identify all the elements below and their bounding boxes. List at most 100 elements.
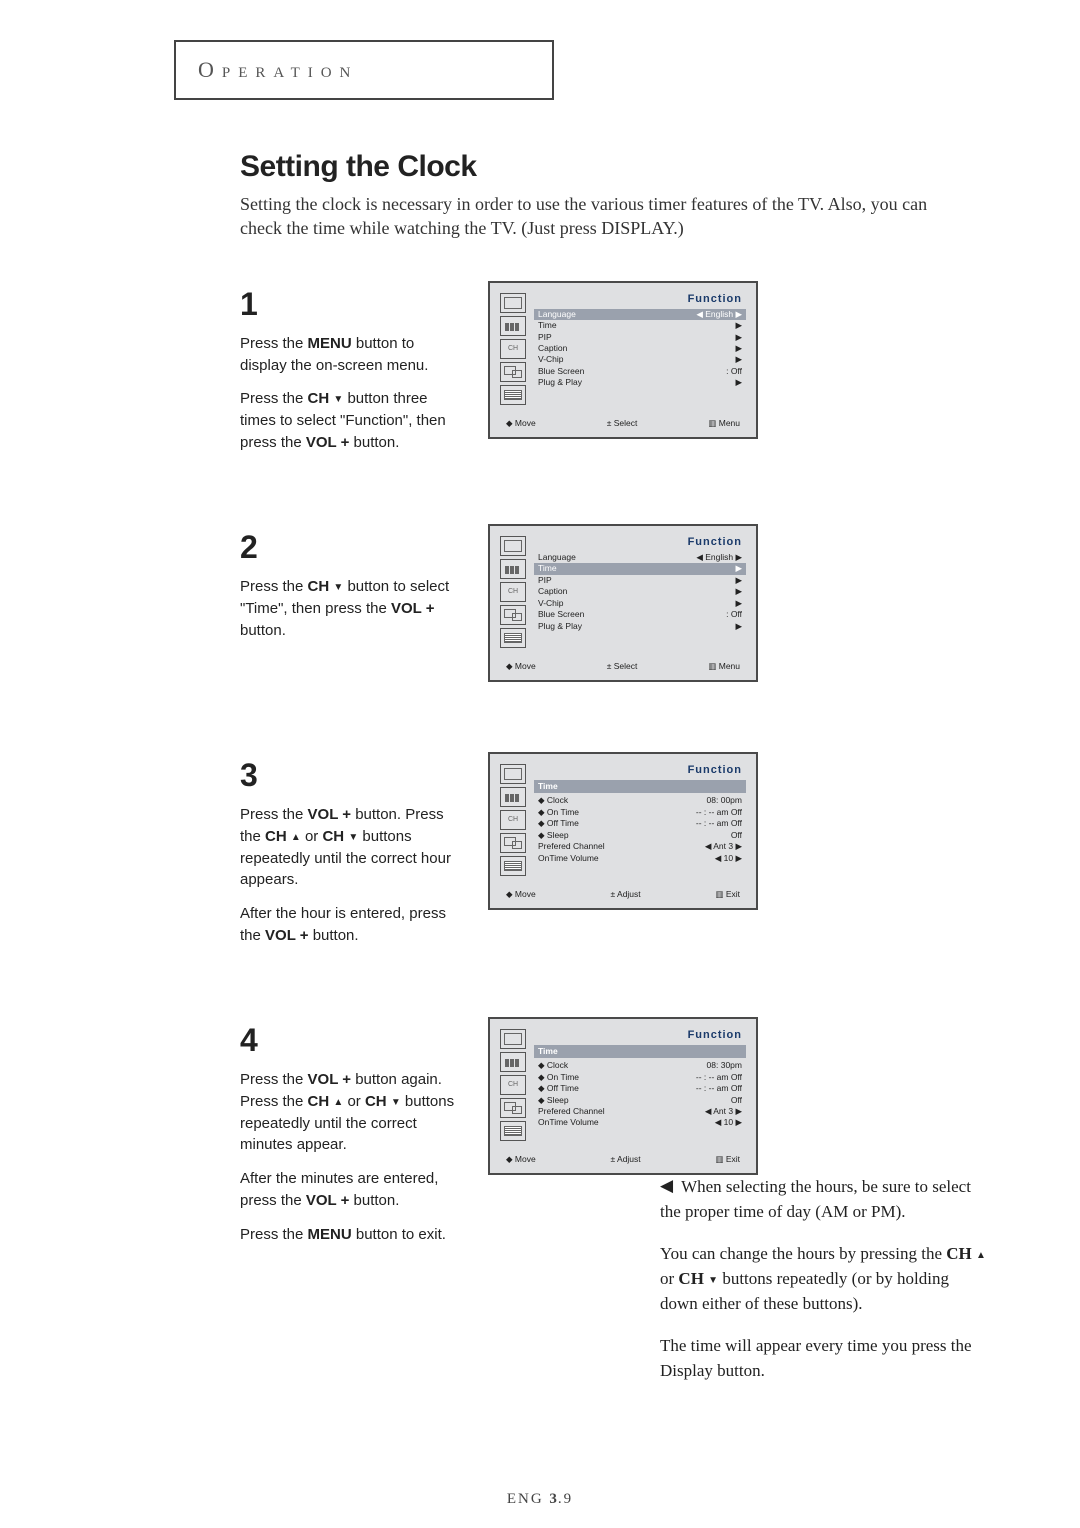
ch-label: CH (308, 390, 334, 407)
ch-label: CH (322, 828, 348, 845)
text: Press the (240, 578, 308, 595)
osd-screenshot-2: Function Language◀ English ▶ Time▶ PIP▶ … (488, 524, 758, 682)
osd-hint: ◆ Move (506, 661, 536, 672)
menu-label: MENU (308, 335, 352, 352)
ch-label: CH (308, 578, 334, 595)
osd-value: ▶ (735, 621, 742, 632)
step-1: 1 Press the MENU button to display the o… (240, 281, 970, 454)
osd-hint: ◆ Move (506, 1154, 536, 1165)
osd-value: ◀ English ▶ (696, 309, 742, 320)
sidenote: ◀When selecting the hours, be sure to se… (660, 1175, 990, 1401)
step-2-number: 2 (240, 524, 460, 570)
osd-label: Language (538, 552, 576, 563)
osd-icon-column (500, 293, 526, 405)
vol-label: VOL + (391, 600, 435, 617)
osd-hint: ▥ Exit (715, 889, 740, 900)
down-icon: ▼ (391, 1098, 401, 1108)
step-4-number: 4 (240, 1017, 460, 1063)
osd-hint: ◆ Move (506, 889, 536, 900)
osd-value: ◀ 10 ▶ (715, 853, 742, 864)
osd-label: ◆ Off Time (538, 1083, 579, 1094)
text: button to exit. (352, 1226, 446, 1243)
osd-label: ◆ On Time (538, 807, 579, 818)
step-3-number: 3 (240, 752, 460, 798)
page-title: Setting the Clock (240, 150, 970, 184)
osd-title: Function (534, 1029, 746, 1041)
osd-label: Time (538, 320, 557, 331)
vol-label: VOL + (265, 927, 309, 944)
osd-icon (500, 810, 526, 830)
osd-label: Language (538, 309, 576, 320)
down-icon: ▼ (348, 833, 358, 843)
text: button. (349, 434, 399, 451)
up-icon: ▲ (291, 833, 301, 843)
text: Press the (240, 390, 308, 407)
osd-icon (500, 1121, 526, 1141)
osd-label: Blue Screen (538, 366, 584, 377)
sidenote-text: You can change the hours by pressing the (660, 1244, 946, 1263)
down-icon: ▼ (333, 395, 343, 405)
osd-icon (500, 339, 526, 359)
menu-label: MENU (308, 1226, 352, 1243)
step-3: 3 Press the VOL + button. Press the CH ▲… (240, 752, 970, 947)
osd-value: : Off (726, 366, 742, 377)
osd-subheader: Time (534, 780, 746, 793)
osd-icon (500, 628, 526, 648)
osd-value: : Off (726, 609, 742, 620)
osd-value: ◀ 10 ▶ (715, 1117, 742, 1128)
osd-hint: ▥ Menu (708, 418, 740, 429)
osd-icon (500, 764, 526, 784)
osd-value: -- : -- am Off (696, 818, 742, 829)
osd-icon-column (500, 764, 526, 876)
osd-hint: ± Select (607, 418, 638, 429)
osd-label: Prefered Channel (538, 841, 605, 852)
osd-label: OnTime Volume (538, 1117, 599, 1128)
up-icon: ▲ (976, 1251, 986, 1261)
vol-label: VOL + (308, 806, 352, 823)
osd-label: Time (538, 563, 557, 574)
osd-value: ◀ English ▶ (696, 552, 742, 563)
ch-label: CH (365, 1093, 391, 1110)
osd-hint: ▥ Menu (708, 661, 740, 672)
section-header: Operation (198, 57, 358, 83)
osd-icon (500, 856, 526, 876)
osd-value: -- : -- am Off (696, 1083, 742, 1094)
osd-value: ▶ (735, 377, 742, 388)
text: or (301, 828, 323, 845)
osd-title: Function (534, 536, 746, 548)
osd-screenshot-3: Function Time ◆ Clock08: 00pm ◆ On Time-… (488, 752, 758, 910)
section-header-box: Operation (174, 40, 554, 100)
osd-value: ▶ (735, 563, 742, 574)
osd-value: -- : -- am Off (696, 807, 742, 818)
osd-label: Prefered Channel (538, 1106, 605, 1117)
osd-value: ▶ (735, 598, 742, 609)
osd-screenshot-1: Function Language◀ English ▶ Time▶ PIP▶ … (488, 281, 758, 439)
osd-label: Caption (538, 343, 567, 354)
osd-value: ▶ (735, 320, 742, 331)
text: button. (349, 1192, 399, 1209)
osd-value: -- : -- am Off (696, 1072, 742, 1083)
osd-hint: ± Select (607, 661, 638, 672)
osd-icon-column (500, 1029, 526, 1141)
osd-label: OnTime Volume (538, 853, 599, 864)
vol-label: VOL + (306, 434, 350, 451)
osd-label: V-Chip (538, 354, 564, 365)
osd-value: ◀ Ant 3 ▶ (705, 841, 742, 852)
osd-subheader: Time (534, 1045, 746, 1058)
sidenote-text: or (660, 1269, 678, 1288)
text: button. (240, 622, 286, 639)
osd-icon (500, 559, 526, 579)
osd-icon (500, 1052, 526, 1072)
down-icon: ▼ (333, 583, 343, 593)
text: Press the (240, 1071, 308, 1088)
osd-value: ▶ (735, 332, 742, 343)
osd-value: Off (731, 1095, 742, 1106)
vol-label: VOL + (308, 1071, 352, 1088)
osd-label: PIP (538, 332, 552, 343)
osd-label: ◆ On Time (538, 1072, 579, 1083)
osd-icon (500, 316, 526, 336)
step-3-text: 3 Press the VOL + button. Press the CH ▲… (240, 752, 460, 947)
sidenote-text: When selecting the hours, be sure to sel… (660, 1177, 971, 1221)
step-1-number: 1 (240, 281, 460, 327)
osd-label: Plug & Play (538, 377, 582, 388)
